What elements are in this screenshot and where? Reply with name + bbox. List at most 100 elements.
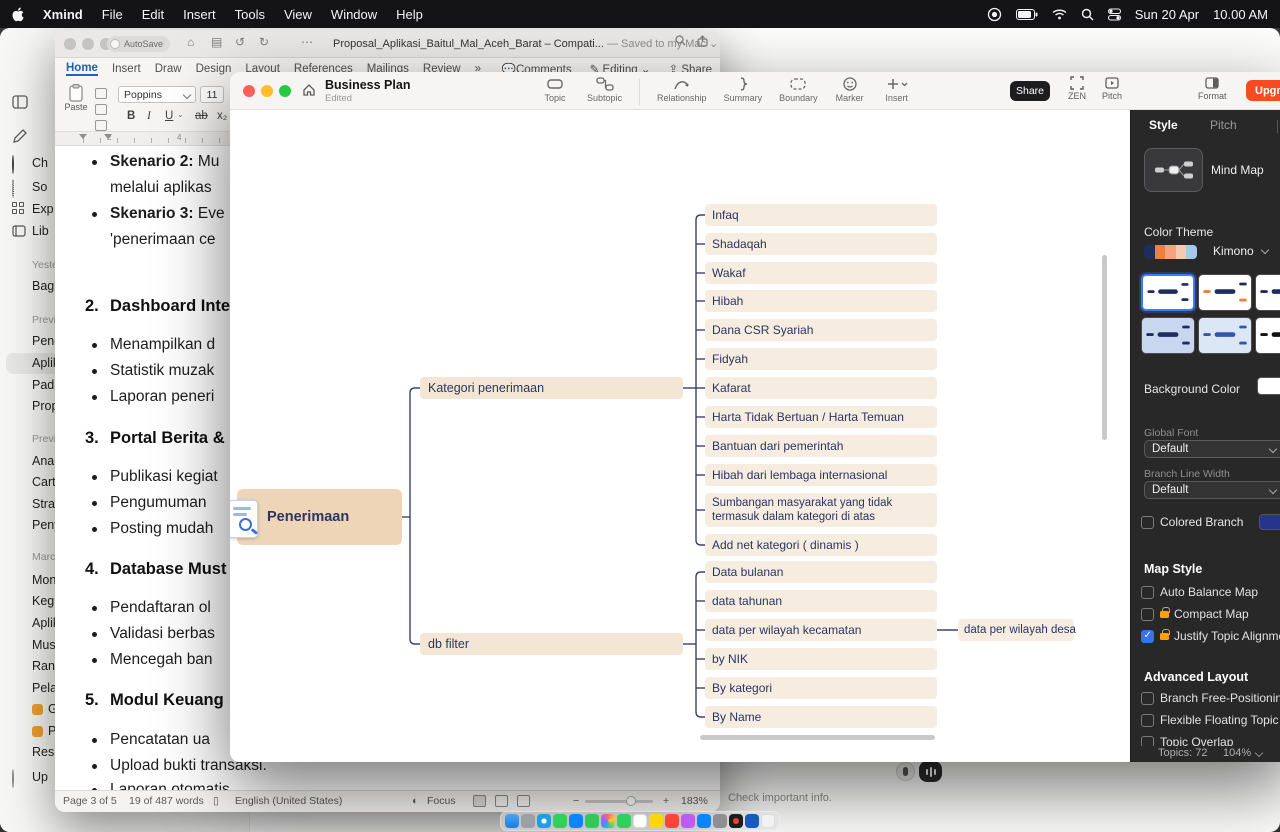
dock-safari[interactable] bbox=[537, 814, 551, 828]
theme-thumbnail[interactable] bbox=[1255, 317, 1280, 354]
zoom-slider-track[interactable] bbox=[585, 800, 653, 803]
home-icon[interactable] bbox=[302, 83, 316, 102]
boundary-button[interactable]: Boundary bbox=[779, 76, 818, 103]
close-button[interactable] bbox=[243, 85, 255, 97]
sidebar-item-chatgpt[interactable]: Ch bbox=[32, 154, 48, 172]
indent-marker[interactable] bbox=[104, 134, 112, 139]
topic-button[interactable]: Topic bbox=[540, 76, 570, 103]
dock-maps[interactable] bbox=[585, 814, 599, 828]
web-layout-icon[interactable] bbox=[517, 795, 530, 807]
child-topic[interactable]: By Name bbox=[705, 706, 937, 728]
compact-map-checkbox[interactable] bbox=[1141, 608, 1154, 621]
child-topic[interactable]: Fidyah bbox=[705, 348, 937, 370]
page-indicator[interactable]: Page 3 of 5 bbox=[63, 795, 117, 807]
child-topic[interactable]: Infaq bbox=[705, 204, 937, 226]
zen-mode-button[interactable]: ZEN bbox=[1068, 76, 1086, 101]
background-color-swatch[interactable] bbox=[1257, 377, 1280, 395]
theme-thumbnail[interactable] bbox=[1255, 274, 1280, 311]
dock-launchpad[interactable] bbox=[521, 814, 535, 828]
dock-messages[interactable] bbox=[553, 814, 567, 828]
print-layout-icon[interactable] bbox=[495, 795, 508, 807]
child-topic[interactable]: Shadaqah bbox=[705, 233, 937, 255]
child-topic[interactable]: Kafarat bbox=[705, 377, 937, 399]
menu-window[interactable]: Window bbox=[331, 7, 377, 22]
sidebar-upgrade-item[interactable]: Up bbox=[32, 768, 48, 786]
home-icon[interactable]: ⌂ bbox=[187, 35, 194, 49]
menu-date[interactable]: Sun 20 Apr bbox=[1135, 7, 1199, 22]
paste-button[interactable]: Paste bbox=[61, 84, 91, 128]
justify-alignment-checkbox[interactable] bbox=[1141, 630, 1154, 643]
child-topic[interactable]: Wakaf bbox=[705, 262, 937, 284]
minimize-button[interactable] bbox=[261, 85, 273, 97]
apple-menu[interactable] bbox=[12, 7, 24, 22]
branch-topic[interactable]: Kategori penerimaan bbox=[420, 377, 683, 399]
redo-icon[interactable]: ↻ bbox=[259, 35, 269, 49]
italic-button[interactable]: I bbox=[147, 110, 151, 122]
root-topic[interactable]: Penerimaan bbox=[237, 489, 402, 545]
strikethrough-button[interactable]: ab bbox=[195, 110, 208, 122]
wifi-icon[interactable] bbox=[1052, 9, 1067, 20]
summary-button[interactable]: Summary bbox=[724, 76, 763, 103]
dock-settings[interactable] bbox=[713, 814, 727, 828]
child-topic[interactable]: Harta Tidak Bertuan / Harta Temuan bbox=[705, 406, 937, 428]
menu-tools[interactable]: Tools bbox=[235, 7, 265, 22]
child-topic[interactable]: Data bulanan bbox=[705, 561, 937, 583]
format-painter-icon[interactable] bbox=[95, 120, 107, 131]
zoom-slider-knob[interactable] bbox=[626, 796, 636, 806]
global-font-select[interactable]: Default bbox=[1144, 440, 1280, 458]
proofing-icon[interactable]: ▯ bbox=[213, 795, 219, 807]
theme-color-strip[interactable] bbox=[1144, 245, 1197, 259]
dock-facetime[interactable] bbox=[617, 814, 631, 828]
branch-line-width-select[interactable]: Default bbox=[1144, 481, 1280, 499]
menu-view[interactable]: View bbox=[284, 7, 312, 22]
control-center-icon[interactable] bbox=[1108, 8, 1121, 21]
mindmap-canvas[interactable]: Penerimaan Kategori penerimaan db filter… bbox=[230, 110, 1130, 762]
font-size-select[interactable]: 11 bbox=[200, 86, 224, 103]
sidebar-item-library[interactable]: Lib bbox=[32, 222, 49, 240]
panel-tab-style[interactable]: Style bbox=[1149, 118, 1178, 132]
vertical-scrollbar[interactable] bbox=[1102, 255, 1107, 440]
save-icon[interactable]: ▤ bbox=[211, 35, 222, 49]
share-button[interactable]: Share bbox=[1010, 81, 1050, 101]
horizontal-scrollbar[interactable] bbox=[700, 735, 935, 740]
child-topic[interactable]: Sumbangan masyarakat yang tidak termasuk… bbox=[705, 493, 937, 527]
subtopic-button[interactable]: Subtopic bbox=[587, 76, 622, 103]
focus-icon[interactable]: ◐ bbox=[412, 795, 418, 807]
theme-thumbnail[interactable] bbox=[1141, 317, 1195, 354]
zoom-button[interactable] bbox=[279, 85, 291, 97]
dock-podcasts[interactable] bbox=[681, 814, 695, 828]
branch-free-positioning-checkbox[interactable] bbox=[1141, 692, 1154, 705]
child-topic[interactable]: Dana CSR Syariah bbox=[705, 319, 937, 341]
focus-button[interactable]: Focus bbox=[427, 795, 456, 807]
upgrade-button[interactable]: Upgrade bbox=[1246, 80, 1280, 101]
close-button[interactable] bbox=[64, 38, 76, 50]
undo-icon[interactable]: ↺ bbox=[235, 35, 245, 49]
subscript-button[interactable]: x₂ bbox=[217, 110, 227, 122]
sidebar-toggle-icon[interactable] bbox=[12, 94, 28, 110]
menu-file[interactable]: File bbox=[102, 7, 123, 22]
marker-button[interactable]: Marker bbox=[835, 76, 865, 103]
menu-help[interactable]: Help bbox=[396, 7, 423, 22]
format-button[interactable]: Format bbox=[1198, 76, 1227, 101]
tab-home[interactable]: Home bbox=[66, 62, 98, 76]
theme-thumbnail-selected[interactable] bbox=[1141, 274, 1195, 311]
panel-tab-pitch[interactable]: Pitch bbox=[1210, 118, 1237, 132]
autosave-toggle[interactable]: AutoSave bbox=[107, 36, 170, 52]
menu-app-name[interactable]: Xmind bbox=[43, 7, 83, 22]
attachment-sticker-icon[interactable] bbox=[230, 500, 258, 538]
spotlight-icon[interactable] bbox=[1081, 8, 1094, 21]
battery-icon[interactable] bbox=[1016, 9, 1038, 20]
dock-music[interactable] bbox=[665, 814, 679, 828]
pitch-button[interactable]: Pitch bbox=[1102, 76, 1122, 101]
search-icon[interactable] bbox=[675, 35, 686, 49]
flexible-floating-topic-checkbox[interactable] bbox=[1141, 714, 1154, 727]
theme-thumbnail[interactable] bbox=[1198, 317, 1252, 354]
bold-button[interactable]: B bbox=[127, 110, 135, 122]
child-topic[interactable]: data per wilayah kecamatan bbox=[705, 619, 937, 641]
canvas-zoom-level[interactable]: 104% bbox=[1223, 747, 1251, 759]
auto-balance-checkbox[interactable] bbox=[1141, 586, 1154, 599]
voice-mode-button[interactable] bbox=[919, 761, 942, 782]
tab-insert[interactable]: Insert bbox=[112, 63, 141, 75]
theme-select[interactable]: Kimono bbox=[1213, 244, 1254, 258]
underline-button[interactable]: U bbox=[165, 110, 173, 122]
